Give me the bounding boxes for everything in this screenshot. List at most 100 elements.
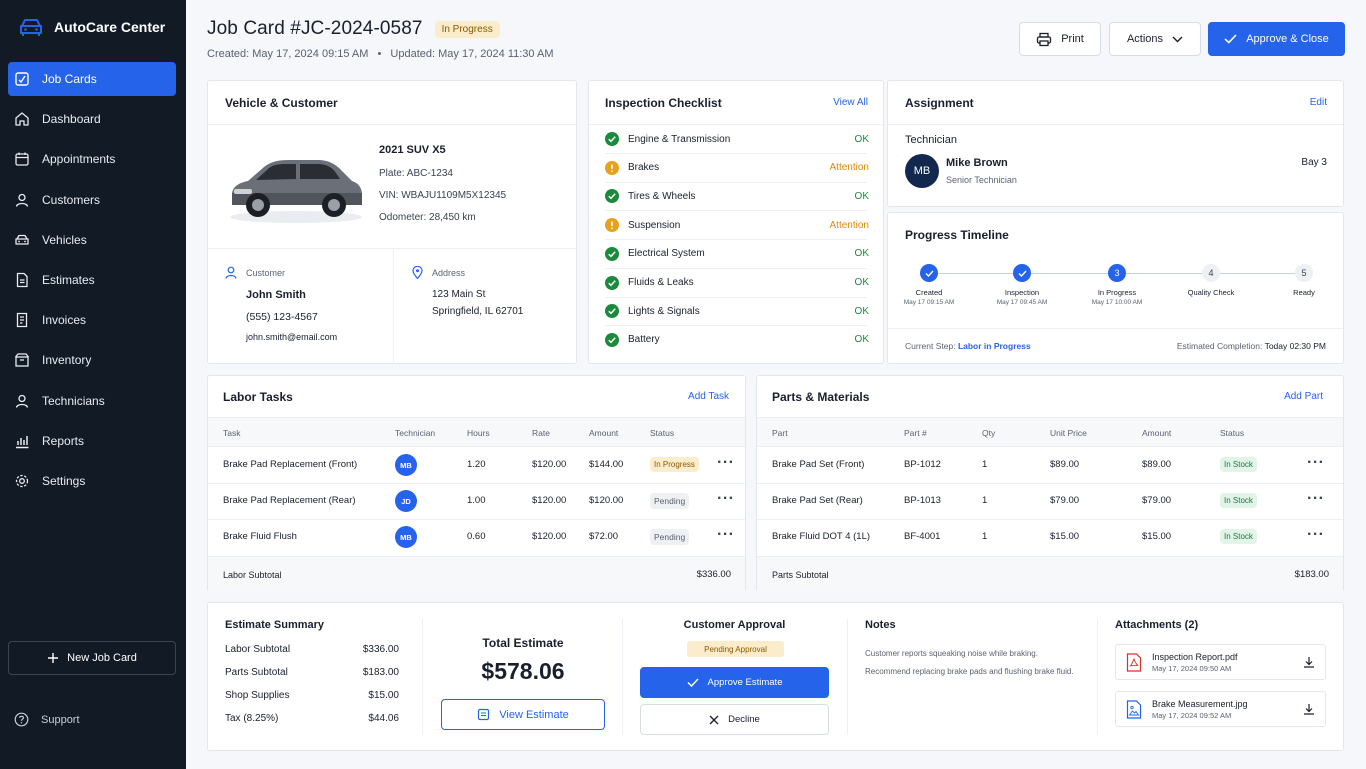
summary-label: Tax (8.25%) <box>225 713 279 724</box>
technician-label: Technician <box>905 134 957 146</box>
summary-value: $15.00 <box>368 690 399 701</box>
labor-amount: $144.00 <box>589 459 624 470</box>
status-badge: Pending <box>650 529 690 545</box>
add-part-link[interactable]: Add Part <box>1284 391 1323 402</box>
actions-dropdown[interactable]: Actions <box>1109 22 1201 56</box>
view-estimate-button[interactable]: View Estimate <box>441 699 605 730</box>
wrench-user-icon <box>14 393 30 409</box>
box-icon <box>14 352 30 368</box>
avatar: JD <box>395 490 417 512</box>
sidebar-item-dashboard[interactable]: Dashboard <box>8 102 176 136</box>
inspection-checklist-card: Inspection Checklist View All Engine & T… <box>588 80 884 364</box>
assignment-title: Assignment <box>905 96 974 110</box>
vehicle-image <box>226 147 366 225</box>
timeline-step-label: Inspection <box>1004 288 1040 297</box>
support-label: Support <box>41 713 80 726</box>
printer-icon <box>1036 32 1052 47</box>
part-name: Brake Pad Set (Front) <box>772 459 865 470</box>
print-button[interactable]: Print <box>1019 22 1101 56</box>
summary-value: $44.06 <box>368 713 399 724</box>
car-logo-icon <box>18 16 44 38</box>
labor-task-name: Brake Fluid Flush <box>223 531 297 542</box>
sidebar-item-vehicles[interactable]: Vehicles <box>8 223 176 257</box>
page-title: Job Card #JC-2024-0587 <box>207 18 423 39</box>
approve-estimate-label: Approve Estimate <box>707 677 783 688</box>
part-qty: 1 <box>982 459 988 470</box>
col-unit-price: Unit Price <box>1050 428 1087 438</box>
checklist-item-status: OK <box>854 133 869 145</box>
decline-button[interactable]: Decline <box>640 704 829 735</box>
checklist-item-label: Tires & Wheels <box>628 190 696 202</box>
sidebar-item-settings[interactable]: Settings <box>8 464 176 498</box>
timeline-step-date: May 17 09:15 AM <box>903 299 955 306</box>
sidebar-item-customers[interactable]: Customers <box>8 183 176 217</box>
sidebar-item-invoices[interactable]: Invoices <box>8 303 176 337</box>
more-options-icon[interactable]: ··· <box>717 490 734 508</box>
check-icon <box>1013 264 1031 282</box>
check-circle-icon <box>605 304 619 319</box>
part-number: BP-1013 <box>904 495 941 506</box>
parts-subtotal-label: Parts Subtotal <box>772 570 829 580</box>
download-icon[interactable] <box>1303 656 1315 668</box>
summary-value: $183.00 <box>362 667 399 678</box>
attachment-name: Brake Measurement.jpg <box>1152 698 1248 709</box>
close-icon <box>709 715 719 725</box>
checklist-item-label: Suspension <box>628 219 681 231</box>
customer-phone[interactable]: (555) 123-4567 <box>246 311 318 323</box>
checklist-item-status: OK <box>854 277 869 288</box>
more-options-icon[interactable]: ··· <box>1307 454 1324 472</box>
approve-close-button[interactable]: Approve & Close <box>1208 22 1345 56</box>
part-name: Brake Pad Set (Rear) <box>772 495 863 506</box>
document-icon <box>14 272 30 288</box>
timeline-step-label: Ready <box>1293 288 1315 297</box>
more-options-icon[interactable]: ··· <box>1307 526 1324 544</box>
timeline-step: 5 Ready <box>1264 264 1344 299</box>
app-logo[interactable]: AutoCare Center <box>18 16 165 38</box>
view-all-link[interactable]: View All <box>833 97 868 108</box>
attachment-item[interactable]: Brake Measurement.jpg May 17, 2024 09:52… <box>1115 691 1326 727</box>
more-options-icon[interactable]: ··· <box>1307 490 1324 508</box>
current-step-value: Labor in Progress <box>957 341 1031 351</box>
sidebar-item-reports[interactable]: Reports <box>8 424 176 458</box>
download-icon[interactable] <box>1303 703 1315 715</box>
timeline-title: Progress Timeline <box>905 228 1009 242</box>
edit-assignment-link[interactable]: Edit <box>1310 97 1327 108</box>
sidebar-item-appointments[interactable]: Appointments <box>8 142 176 176</box>
labor-amount: $72.00 <box>589 531 619 542</box>
user-icon <box>14 192 30 208</box>
col-hours: Hours <box>467 428 490 438</box>
summary-row-parts: Parts Subtotal $183.00 <box>225 667 399 678</box>
support-link[interactable]: Support <box>14 712 80 727</box>
approve-estimate-button[interactable]: Approve Estimate <box>640 667 829 698</box>
technician-name: Mike Brown <box>946 157 1008 169</box>
assignment-card: Assignment Edit Technician MB Mike Brown… <box>887 80 1344 207</box>
part-number: BF-4001 <box>904 531 941 542</box>
new-job-card-button[interactable]: New Job Card <box>8 641 176 675</box>
sidebar-item-estimates[interactable]: Estimates <box>8 263 176 297</box>
labor-subtotal-value: $336.00 <box>696 569 731 580</box>
total-estimate-value: $578.06 <box>481 658 565 684</box>
checklist-item-label: Lights & Signals <box>628 305 700 317</box>
avatar: MB <box>395 454 417 476</box>
add-task-link[interactable]: Add Task <box>688 391 729 402</box>
more-options-icon[interactable]: ··· <box>717 454 734 472</box>
more-options-icon[interactable]: ··· <box>717 526 734 544</box>
app-name: AutoCare Center <box>54 19 166 35</box>
sidebar-item-job-cards[interactable]: Job Cards <box>8 62 176 96</box>
row-divider <box>757 519 1343 520</box>
sidebar-item-inventory[interactable]: Inventory <box>8 343 176 377</box>
checklist-item: Lights & Signals OK <box>605 297 869 325</box>
estimate-summary-title: Estimate Summary <box>225 619 325 631</box>
attachment-item[interactable]: Inspection Report.pdf May 17, 2024 09:50… <box>1115 644 1326 680</box>
part-name: Brake Fluid DOT 4 (1L) <box>772 531 871 542</box>
timeline-step: 4 Quality Check <box>1171 264 1251 299</box>
customer-email[interactable]: john.smith@email.com <box>246 332 337 342</box>
timeline-step: Created May 17 09:15 AM <box>889 264 969 306</box>
check-circle-icon <box>605 275 619 290</box>
col-task: Task <box>223 428 241 438</box>
sidebar-item-label: Settings <box>42 473 86 488</box>
current-step: Current Step: Labor in Progress <box>905 341 1031 351</box>
sidebar-item-technicians[interactable]: Technicians <box>8 384 176 418</box>
sidebar-item-label: Dashboard <box>42 112 101 127</box>
labor-subtotal-label: Labor Subtotal <box>223 570 282 580</box>
